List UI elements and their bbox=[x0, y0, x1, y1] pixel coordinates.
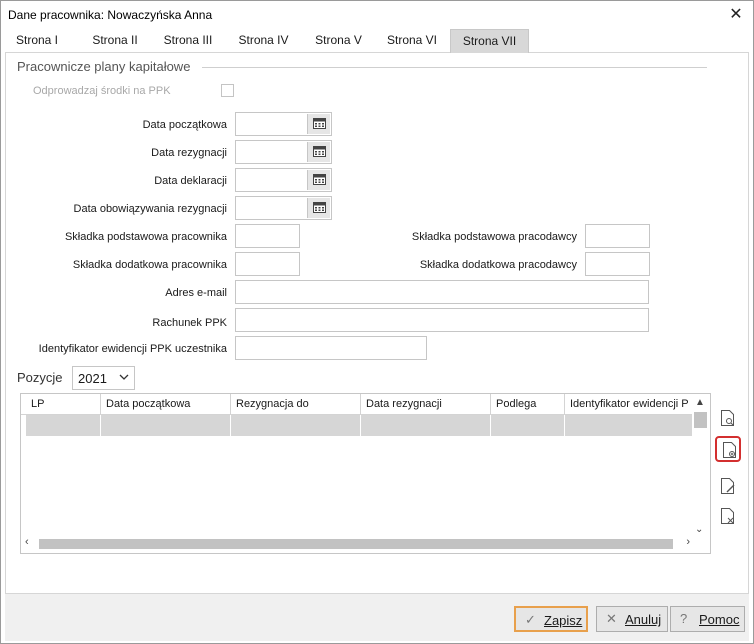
column-header[interactable]: Identyfikator ewidencji P bbox=[565, 394, 693, 414]
declaration-date-label: Data deklaracji bbox=[154, 175, 227, 187]
tab-strona-2[interactable]: Strona II bbox=[88, 29, 142, 53]
help-button[interactable]: ? Pomoc bbox=[670, 606, 745, 632]
scroll-thumb[interactable] bbox=[694, 412, 707, 428]
help-icon: ? bbox=[680, 611, 688, 626]
year-select[interactable]: 2021 bbox=[72, 366, 135, 390]
declaration-date-field[interactable] bbox=[235, 168, 332, 192]
column-header[interactable]: Rezygnacja do bbox=[231, 394, 361, 414]
calendar-icon[interactable] bbox=[307, 170, 330, 190]
table-cell bbox=[565, 415, 693, 436]
column-header[interactable]: LP bbox=[26, 394, 101, 414]
chevron-down-icon[interactable]: ⌄ bbox=[695, 524, 703, 535]
title-bar: Dane pracownika: Nowaczyńska Anna ✕ bbox=[1, 1, 753, 29]
employee-basic-field[interactable] bbox=[235, 224, 300, 248]
tab-strona-7[interactable]: Strona VII bbox=[450, 29, 529, 53]
column-header[interactable]: Podlega bbox=[491, 394, 565, 414]
account-field[interactable] bbox=[235, 308, 649, 332]
cancel-button[interactable]: ✕ Anuluj bbox=[596, 606, 668, 632]
close-icon[interactable]: ✕ bbox=[723, 4, 749, 26]
send-funds-label: Odprowadzaj środki na PPK bbox=[33, 85, 171, 97]
positions-label: Pozycje bbox=[17, 370, 63, 385]
add-document-icon[interactable] bbox=[715, 436, 741, 462]
account-label: Rachunek PPK bbox=[152, 317, 227, 329]
employee-extra-label: Składka dodatkowa pracownika bbox=[72, 259, 227, 271]
employee-extra-field[interactable] bbox=[235, 252, 300, 276]
positions-grid[interactable]: LP Data początkowa Rezygnacja do Data re… bbox=[20, 393, 711, 554]
tab-content: Pracownicze plany kapitałowe Odprowadzaj… bbox=[5, 53, 749, 593]
horizontal-scrollbar[interactable]: ‹ › bbox=[22, 536, 693, 552]
tab-strip: Strona I Strona II Strona III Strona IV … bbox=[5, 29, 749, 53]
table-cell bbox=[231, 415, 361, 436]
table-cell bbox=[26, 415, 101, 436]
edit-document-icon[interactable] bbox=[715, 474, 741, 500]
table-cell bbox=[491, 415, 565, 436]
employer-extra-label: Składka dodatkowa pracodawcy bbox=[419, 259, 577, 271]
checkmark-icon: ✓ bbox=[525, 612, 536, 627]
close-icon: ✕ bbox=[606, 611, 617, 626]
tab-strona-3[interactable]: Strona III bbox=[160, 29, 216, 53]
view-document-icon[interactable] bbox=[715, 406, 741, 432]
vertical-scrollbar[interactable]: ▲ ⌄ bbox=[692, 395, 709, 537]
delete-document-icon[interactable] bbox=[715, 504, 741, 530]
email-field[interactable] bbox=[235, 280, 649, 304]
send-funds-checkbox[interactable] bbox=[221, 84, 234, 97]
save-label: Zapisz bbox=[544, 613, 583, 628]
scroll-up-icon[interactable]: ▲ bbox=[695, 397, 705, 408]
participant-id-label: Identyfikator ewidencji PPK uczestnika bbox=[38, 343, 227, 355]
dialog-footer: ✓ Zapisz ✕ Anuluj ? Pomoc bbox=[5, 593, 749, 641]
section-title: Pracownicze plany kapitałowe bbox=[17, 59, 191, 74]
table-row[interactable] bbox=[26, 415, 693, 436]
column-header[interactable]: Data rezygnacji bbox=[361, 394, 491, 414]
resignation-date-label: Data rezygnacji bbox=[151, 147, 227, 159]
section-divider bbox=[202, 67, 707, 68]
tab-strona-4[interactable]: Strona IV bbox=[236, 29, 291, 53]
calendar-icon[interactable] bbox=[307, 142, 330, 162]
resignation-valid-field[interactable] bbox=[235, 196, 332, 220]
start-date-field[interactable] bbox=[235, 112, 332, 136]
calendar-icon[interactable] bbox=[307, 198, 330, 218]
table-cell bbox=[361, 415, 491, 436]
tab-strona-1[interactable]: Strona I bbox=[12, 29, 62, 53]
chevron-down-icon bbox=[119, 374, 129, 380]
cancel-label: Anuluj bbox=[625, 612, 662, 627]
year-value: 2021 bbox=[78, 371, 107, 386]
column-header[interactable]: Data początkowa bbox=[101, 394, 231, 414]
help-label: Pomoc bbox=[699, 612, 740, 627]
table-cell bbox=[101, 415, 231, 436]
scroll-right-icon[interactable]: › bbox=[686, 536, 690, 548]
employer-extra-field[interactable] bbox=[585, 252, 650, 276]
calendar-icon[interactable] bbox=[307, 114, 330, 134]
start-date-label: Data początkowa bbox=[142, 119, 227, 131]
employee-dialog: Dane pracownika: Nowaczyńska Anna ✕ Stro… bbox=[0, 0, 754, 644]
employer-basic-label: Składka podstawowa pracodawcy bbox=[411, 231, 577, 243]
employer-basic-field[interactable] bbox=[585, 224, 650, 248]
resignation-date-field[interactable] bbox=[235, 140, 332, 164]
employee-basic-label: Składka podstawowa pracownika bbox=[64, 231, 227, 243]
grid-header: LP Data początkowa Rezygnacja do Data re… bbox=[21, 394, 693, 415]
participant-id-field[interactable] bbox=[235, 336, 427, 360]
window-title: Dane pracownika: Nowaczyńska Anna bbox=[8, 8, 213, 22]
tab-strona-6[interactable]: Strona VI bbox=[385, 29, 439, 53]
scroll-left-icon[interactable]: ‹ bbox=[25, 536, 29, 548]
scroll-thumb[interactable] bbox=[39, 539, 673, 549]
email-label: Adres e-mail bbox=[165, 287, 227, 299]
resignation-valid-label: Data obowiązywania rezygnacji bbox=[73, 203, 227, 215]
tab-strona-5[interactable]: Strona V bbox=[312, 29, 365, 53]
save-button[interactable]: ✓ Zapisz bbox=[514, 606, 588, 632]
